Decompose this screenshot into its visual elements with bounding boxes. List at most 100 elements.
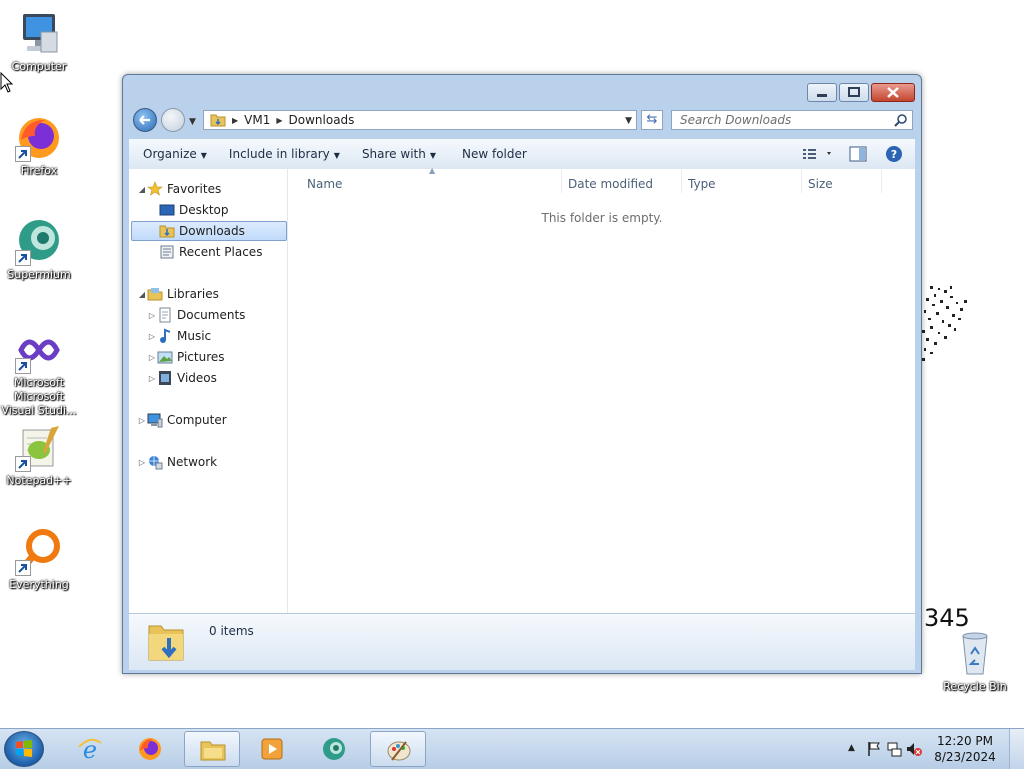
nav-computer-label: Computer <box>167 413 227 427</box>
nav-recent-places[interactable]: Recent Places <box>159 242 262 262</box>
desktop-icon-recycle-bin[interactable]: Recycle Bin <box>937 630 1013 694</box>
desktop-icon-label: Recycle Bin <box>943 680 1007 693</box>
desktop-icon-visual-studio[interactable]: Microsoft Microsoft Visual Studi... <box>1 326 77 418</box>
desktop-icon-supermium[interactable]: Supermium <box>1 218 77 282</box>
preview-pane-icon[interactable] <box>849 146 867 162</box>
column-header-size[interactable]: Size <box>808 177 833 191</box>
minimize-button[interactable] <box>807 83 837 102</box>
shortcut-arrow-icon <box>15 560 31 576</box>
clock-time: 12:20 PM <box>937 734 993 748</box>
nav-downloads[interactable]: Downloads <box>131 221 287 241</box>
column-divider[interactable] <box>561 169 562 193</box>
forward-button[interactable] <box>161 108 185 132</box>
column-divider[interactable] <box>801 169 802 193</box>
nav-libraries-label: Libraries <box>167 287 219 301</box>
breadcrumb-separator-icon: ▶ <box>276 115 283 125</box>
desktop-icon-label: Firefox <box>20 164 58 177</box>
column-header-date-modified[interactable]: Date modified <box>568 177 653 191</box>
taskbar-file-explorer[interactable] <box>184 731 240 767</box>
expand-arrow-icon[interactable]: ▷ <box>147 353 157 362</box>
change-view-icon[interactable] <box>801 146 835 162</box>
taskbar-paint[interactable] <box>370 731 426 767</box>
content-area: ◢ Favorites Desktop Downloads Recent Pla… <box>129 166 915 613</box>
nav-pictures[interactable]: ▷ Pictures <box>147 347 225 367</box>
volume-muted-icon[interactable] <box>906 741 922 757</box>
expand-arrow-icon[interactable]: ▷ <box>147 332 157 341</box>
taskbar-media-player[interactable] <box>244 731 300 767</box>
expand-arrow-icon[interactable]: ◢ <box>137 185 147 194</box>
back-button[interactable] <box>133 108 157 132</box>
show-desktop-button[interactable] <box>1009 729 1024 769</box>
refresh-button[interactable]: ⇆ <box>641 110 663 130</box>
nav-music[interactable]: ▷ Music <box>147 326 211 346</box>
breadcrumb-vm1[interactable]: VM1 <box>244 113 270 127</box>
expand-arrow-icon[interactable]: ◢ <box>137 290 147 299</box>
clock-date: 8/23/2024 <box>934 750 996 764</box>
windows-logo-icon <box>16 740 32 757</box>
action-center-flag-icon[interactable] <box>866 741 882 757</box>
nav-computer[interactable]: ▷ Computer <box>137 410 227 430</box>
network-tray-icon[interactable] <box>886 741 902 757</box>
taskbar-supermium[interactable] <box>306 731 362 767</box>
include-in-library-button[interactable]: Include in library ▼ <box>229 147 340 161</box>
taskbar-internet-explorer[interactable]: e <box>62 731 118 767</box>
address-dropdown-icon[interactable]: ▼ <box>625 116 632 126</box>
maximize-button[interactable] <box>839 83 869 102</box>
navigation-pane: ◢ Favorites Desktop Downloads Recent Pla… <box>129 169 288 613</box>
star-icon <box>147 181 163 196</box>
search-placeholder: Search Downloads <box>680 113 792 127</box>
shortcut-arrow-icon <box>15 358 31 374</box>
nav-recent-places-label: Recent Places <box>179 245 263 259</box>
show-hidden-icons-icon[interactable]: ▲ <box>848 743 864 759</box>
expand-arrow-icon[interactable]: ▷ <box>147 311 157 320</box>
desktop-icon-notepad-plus-plus[interactable]: Notepad++ <box>1 424 77 488</box>
nav-network-label: Network <box>167 455 218 469</box>
expand-arrow-icon[interactable]: ▷ <box>137 458 147 467</box>
organize-button[interactable]: Organize ▼ <box>143 147 207 161</box>
column-divider[interactable] <box>881 169 882 193</box>
help-icon[interactable]: ? <box>885 145 903 163</box>
nav-downloads-label: Downloads <box>179 224 245 238</box>
nav-documents-label: Documents <box>177 308 246 322</box>
column-divider[interactable] <box>681 169 682 193</box>
clock[interactable]: 12:20 PM 8/23/2024 <box>930 733 1000 765</box>
expand-arrow-icon[interactable]: ▷ <box>147 374 157 383</box>
address-bar[interactable]: ▶ VM1 ▶ Downloads ▼ <box>203 110 637 130</box>
nav-desktop[interactable]: Desktop <box>159 200 229 220</box>
media-player-icon <box>261 738 283 760</box>
nav-videos[interactable]: ▷ Videos <box>147 368 217 388</box>
nav-network[interactable]: ▷ Network <box>137 452 217 472</box>
close-button[interactable] <box>871 83 915 102</box>
search-input[interactable]: Search Downloads <box>671 110 913 130</box>
desktop-icon-computer[interactable]: Computer <box>1 10 77 74</box>
nav-libraries[interactable]: ◢ Libraries <box>137 284 219 304</box>
libraries-icon <box>147 288 163 301</box>
share-with-button[interactable]: Share with ▼ <box>362 147 436 161</box>
chevron-down-icon: ▼ <box>429 151 436 160</box>
desktop-icon-firefox[interactable]: Firefox <box>1 114 77 178</box>
recent-places-icon <box>160 245 174 259</box>
start-button[interactable] <box>4 731 44 767</box>
new-folder-button[interactable]: New folder <box>462 147 527 161</box>
empty-folder-message: This folder is empty. <box>541 211 663 225</box>
desktop-icon-label: Everything <box>9 578 69 591</box>
expand-arrow-icon[interactable]: ▷ <box>137 416 147 425</box>
column-header-type[interactable]: Type <box>688 177 716 191</box>
nav-documents[interactable]: ▷ Documents <box>147 305 245 325</box>
window-controls <box>805 83 915 102</box>
network-icon <box>149 456 163 470</box>
recent-pages-dropdown-icon[interactable]: ▼ <box>189 117 196 127</box>
column-header-name[interactable]: Name <box>307 177 342 191</box>
mouse-cursor-icon <box>0 72 14 93</box>
shortcut-arrow-icon <box>15 146 31 162</box>
chevron-down-icon: ▼ <box>333 151 340 160</box>
breadcrumb-downloads[interactable]: Downloads <box>289 113 355 127</box>
nav-favorites-label: Favorites <box>167 182 222 196</box>
computer-icon <box>15 10 63 58</box>
taskbar-firefox[interactable] <box>122 731 178 767</box>
nav-favorites[interactable]: ◢ Favorites <box>137 179 221 199</box>
shortcut-arrow-icon <box>15 250 31 266</box>
chevron-down-icon: ▼ <box>200 151 207 160</box>
desktop-icon-everything[interactable]: Everything <box>1 528 77 592</box>
search-icon[interactable] <box>894 113 908 127</box>
